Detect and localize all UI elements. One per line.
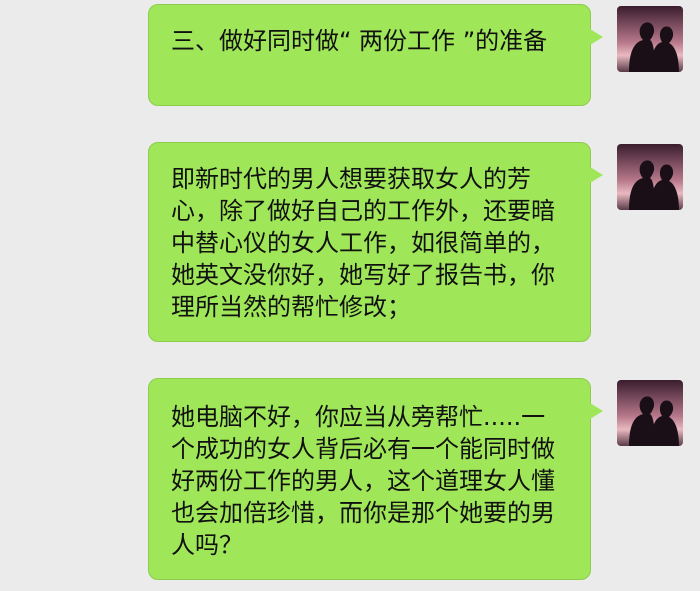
avatar-image [617,380,683,446]
message-text: 即新时代的男人想要获取女人的芳心，除了做好自己的工作外，还要暗中替心仪的女人工作… [171,165,555,321]
message-bubble[interactable]: 她电脑不好，你应当从旁帮忙.....一个成功的女人背后必有一个能同时做好两份工作… [148,378,603,580]
avatar-image [617,6,683,72]
message-text: 三、做好同时做“ 两份工作 ”的准备 [171,27,548,55]
couple-silhouette-avatar-icon[interactable] [617,6,683,72]
avatar-image [617,144,683,210]
message-bubble[interactable]: 即新时代的男人想要获取女人的芳心，除了做好自己的工作外，还要暗中替心仪的女人工作… [148,142,603,342]
couple-silhouette-avatar-icon[interactable] [617,144,683,210]
message-text: 她电脑不好，你应当从旁帮忙.....一个成功的女人背后必有一个能同时做好两份工作… [171,403,555,559]
message-bubble[interactable]: 三、做好同时做“ 两份工作 ”的准备 [148,4,603,106]
couple-silhouette-avatar-icon[interactable] [617,380,683,446]
